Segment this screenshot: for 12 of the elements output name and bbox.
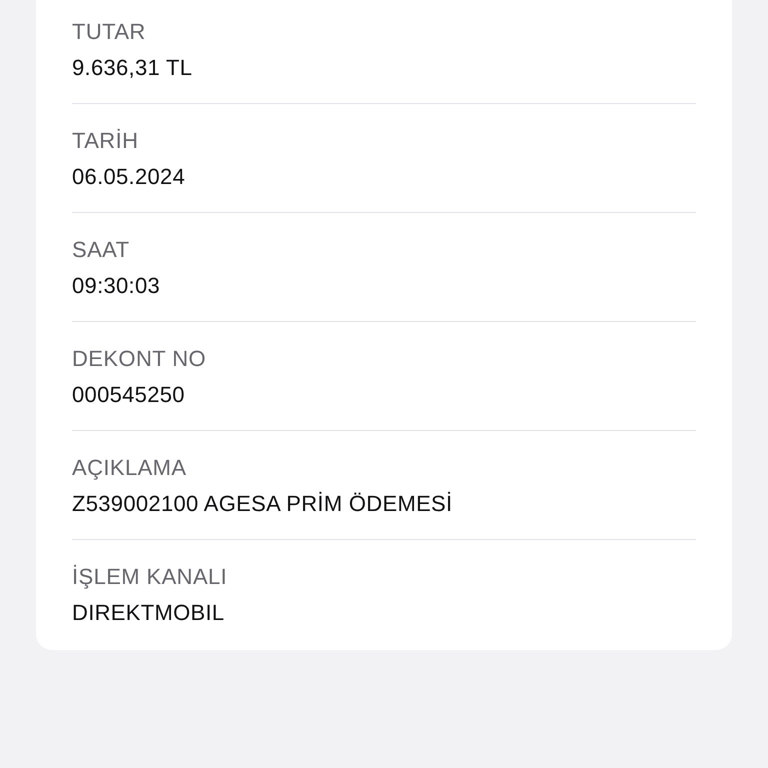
detail-value: 9.636,31 TL bbox=[72, 54, 194, 82]
detail-value: DIREKTMOBIL bbox=[72, 599, 226, 627]
detail-label: TARİH bbox=[72, 127, 140, 155]
detail-label: TUTAR bbox=[72, 18, 147, 46]
detail-label: AÇIKLAMA bbox=[72, 454, 188, 482]
detail-value: Z539002100 AGESA PRİM ÖDEMESİ bbox=[72, 490, 454, 518]
detail-value: 09:30:03 bbox=[72, 272, 162, 300]
detail-label: İŞLEM KANALI bbox=[72, 563, 228, 591]
detail-value: 000545250 bbox=[72, 381, 186, 409]
detail-value: 06.05.2024 bbox=[72, 163, 186, 191]
detail-label: SAAT bbox=[72, 236, 130, 264]
detail-label: DEKONT NO bbox=[72, 345, 207, 373]
